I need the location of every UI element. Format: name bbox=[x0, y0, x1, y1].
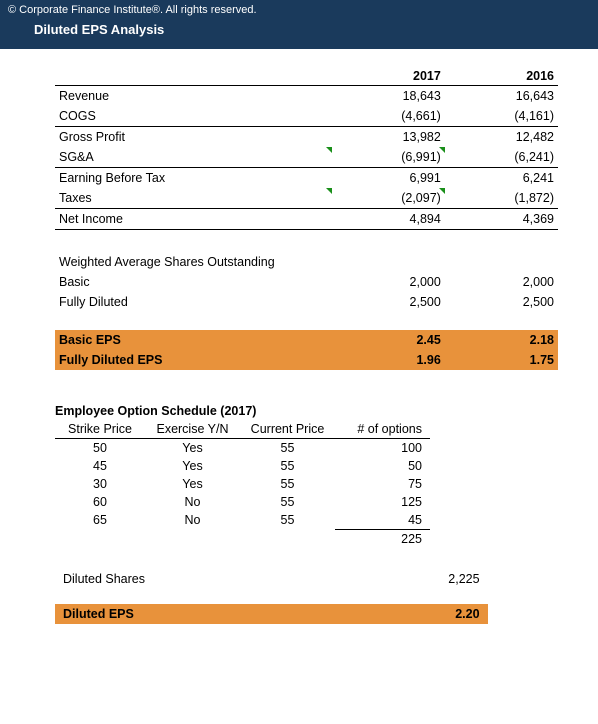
cell: 50 bbox=[335, 457, 430, 475]
cell-value: 4,369 bbox=[445, 209, 558, 230]
cell: Yes bbox=[145, 439, 240, 458]
options-sum: 225 bbox=[335, 530, 430, 549]
row-label: Taxes bbox=[55, 188, 332, 209]
cell-value: 12,482 bbox=[445, 127, 558, 148]
cell: Yes bbox=[145, 475, 240, 493]
income-statement-table: 2017 2016 Revenue 18,643 16,643 COGS (4,… bbox=[55, 67, 558, 230]
cell: 60 bbox=[55, 493, 145, 511]
row-label: Net Income bbox=[55, 209, 332, 230]
table-row: 50Yes55100 bbox=[55, 439, 430, 458]
col-year-2016: 2016 bbox=[445, 67, 558, 86]
copyright-text: © Corporate Finance Institute®. All righ… bbox=[8, 4, 590, 16]
cell: No bbox=[145, 493, 240, 511]
cell: 55 bbox=[240, 475, 335, 493]
cell: 65 bbox=[55, 511, 145, 530]
col-count: # of options bbox=[335, 420, 430, 439]
row-label: Gross Profit bbox=[55, 127, 332, 148]
cell: 55 bbox=[240, 511, 335, 530]
row-label: Basic EPS bbox=[55, 330, 332, 350]
row-label: Diluted EPS bbox=[55, 604, 350, 624]
option-schedule-title: Employee Option Schedule (2017) bbox=[55, 404, 558, 418]
cell-value: 2,000 bbox=[332, 272, 445, 292]
table-row: Revenue 18,643 16,643 bbox=[55, 86, 558, 107]
cell: 125 bbox=[335, 493, 430, 511]
cell-value: (2,097) bbox=[332, 188, 445, 209]
cell-value: (6,241) bbox=[445, 147, 558, 168]
table-row: Fully Diluted 2,500 2,500 bbox=[55, 292, 558, 312]
table-row: Taxes (2,097) (1,872) bbox=[55, 188, 558, 209]
table-row: Earning Before Tax 6,991 6,241 bbox=[55, 168, 558, 189]
shares-title: Weighted Average Shares Outstanding bbox=[55, 252, 558, 272]
cell-value: (4,161) bbox=[445, 106, 558, 127]
diluted-shares-table: Diluted Shares 2,225 bbox=[55, 570, 488, 588]
cell: No bbox=[145, 511, 240, 530]
table-row: Basic 2,000 2,000 bbox=[55, 272, 558, 292]
table-row: 30Yes5575 bbox=[55, 475, 430, 493]
row-label: COGS bbox=[55, 106, 332, 127]
table-row: Diluted Shares 2,225 bbox=[55, 570, 488, 588]
cell-value: 13,982 bbox=[332, 127, 445, 148]
cell-value: 2,500 bbox=[445, 292, 558, 312]
cell-value: 18,643 bbox=[332, 86, 445, 107]
row-label: Diluted Shares bbox=[55, 570, 347, 588]
cell-value: 2,000 bbox=[445, 272, 558, 292]
col-exercise: Exercise Y/N bbox=[145, 420, 240, 439]
table-row: SG&A (6,991) (6,241) bbox=[55, 147, 558, 168]
cell-value: 6,991 bbox=[332, 168, 445, 189]
cell: 55 bbox=[240, 457, 335, 475]
table-row: 45Yes5550 bbox=[55, 457, 430, 475]
eps-table: Basic EPS 2.45 2.18 Fully Diluted EPS 1.… bbox=[55, 330, 558, 370]
cell-value: 2.20 bbox=[350, 604, 487, 624]
diluted-eps-table: Diluted EPS 2.20 bbox=[55, 604, 488, 624]
shares-table: Weighted Average Shares Outstanding Basi… bbox=[55, 252, 558, 312]
cell: 50 bbox=[55, 439, 145, 458]
col-current: Current Price bbox=[240, 420, 335, 439]
row-label: Basic bbox=[55, 272, 332, 292]
cell: 45 bbox=[335, 511, 430, 530]
col-year-2017: 2017 bbox=[332, 67, 445, 86]
row-label: Earning Before Tax bbox=[55, 168, 332, 189]
page-title: Diluted EPS Analysis bbox=[8, 16, 590, 37]
cell-value: (4,661) bbox=[332, 106, 445, 127]
table-row: Net Income 4,894 4,369 bbox=[55, 209, 558, 230]
row-label: Revenue bbox=[55, 86, 332, 107]
fully-diluted-eps-row: Fully Diluted EPS 1.96 1.75 bbox=[55, 350, 558, 370]
cell: 75 bbox=[335, 475, 430, 493]
row-label: Fully Diluted EPS bbox=[55, 350, 332, 370]
row-label: SG&A bbox=[55, 147, 332, 168]
option-schedule-table: Strike Price Exercise Y/N Current Price … bbox=[55, 420, 430, 548]
content-area: 2017 2016 Revenue 18,643 16,643 COGS (4,… bbox=[0, 49, 598, 624]
cell-value: 16,643 bbox=[445, 86, 558, 107]
col-strike: Strike Price bbox=[55, 420, 145, 439]
cell-value: 4,894 bbox=[332, 209, 445, 230]
sum-row: 225 bbox=[55, 530, 430, 549]
table-row: COGS (4,661) (4,161) bbox=[55, 106, 558, 127]
cell-value: (6,991) bbox=[332, 147, 445, 168]
cell-value: 2,500 bbox=[332, 292, 445, 312]
cell: 55 bbox=[240, 493, 335, 511]
table-row: 65No5545 bbox=[55, 511, 430, 530]
cell-value: 2.18 bbox=[445, 330, 558, 350]
cell-value: 2,225 bbox=[347, 570, 488, 588]
cell: 30 bbox=[55, 475, 145, 493]
diluted-eps-row: Diluted EPS 2.20 bbox=[55, 604, 488, 624]
cell-value: 6,241 bbox=[445, 168, 558, 189]
row-label: Fully Diluted bbox=[55, 292, 332, 312]
table-row: 60No55125 bbox=[55, 493, 430, 511]
cell: 55 bbox=[240, 439, 335, 458]
basic-eps-row: Basic EPS 2.45 2.18 bbox=[55, 330, 558, 350]
cell: 100 bbox=[335, 439, 430, 458]
table-row: Gross Profit 13,982 12,482 bbox=[55, 127, 558, 148]
cell-value: 1.75 bbox=[445, 350, 558, 370]
cell: 45 bbox=[55, 457, 145, 475]
header-bar: © Corporate Finance Institute®. All righ… bbox=[0, 0, 598, 49]
cell-value: (1,872) bbox=[445, 188, 558, 209]
cell-value: 2.45 bbox=[332, 330, 445, 350]
cell-value: 1.96 bbox=[332, 350, 445, 370]
cell: Yes bbox=[145, 457, 240, 475]
